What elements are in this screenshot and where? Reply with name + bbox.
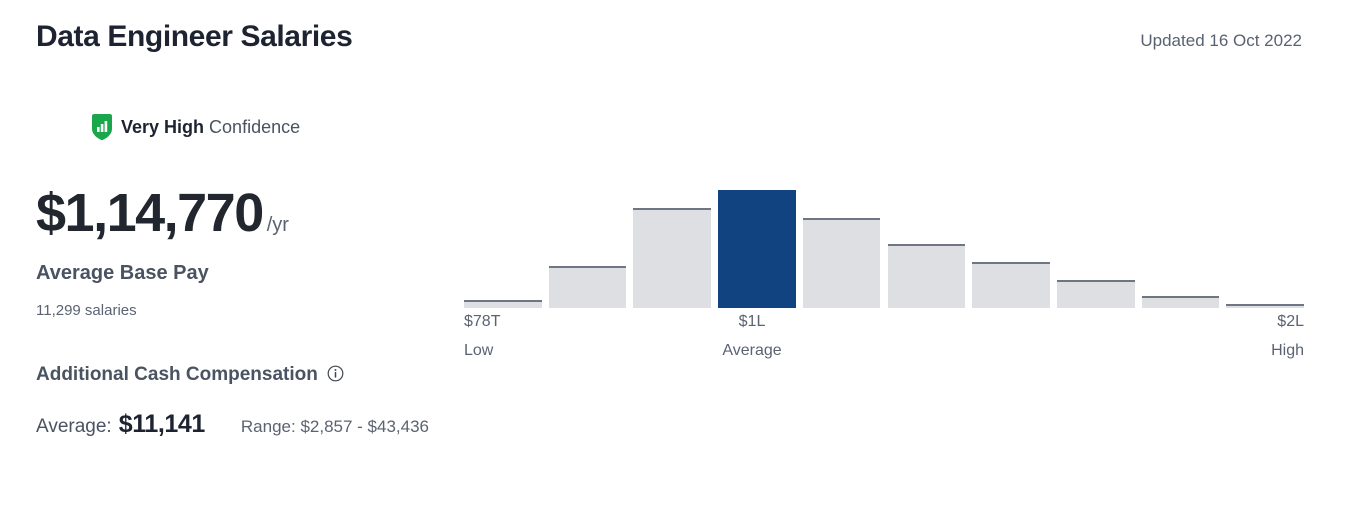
additional-cash-heading: Additional Cash Compensation — [36, 364, 318, 385]
additional-cash-average-value: $11,141 — [118, 410, 206, 438]
chart-bar[interactable] — [718, 190, 796, 308]
chart-bar[interactable] — [548, 266, 627, 308]
confidence-level: Very High — [121, 116, 205, 137]
chart-bars — [464, 186, 1304, 308]
chart-bar[interactable] — [802, 218, 881, 308]
chart-bar[interactable] — [1226, 304, 1304, 308]
confidence-label: Confidence — [209, 116, 301, 137]
additional-cash-average-label: Average: — [36, 416, 112, 437]
updated-timestamp: Updated 16 Oct 2022 — [1140, 31, 1302, 50]
axis-tick-high: $2L High — [1271, 314, 1304, 359]
shield-bar-chart-icon — [92, 114, 112, 141]
chart-bar[interactable] — [1141, 296, 1220, 308]
page-title: Data Engineer Salaries — [36, 20, 353, 53]
axis-tick-high-value: $2L — [1277, 313, 1304, 330]
salary-summary-panel: Very High Confidence $1,14,770 /yr Avera… — [36, 110, 456, 439]
info-circle-icon[interactable] — [327, 365, 344, 382]
page-header: Data Engineer Salaries Updated 16 Oct 20… — [0, 0, 1358, 78]
additional-cash-values-row: Average: $11,141 Range: $2,857 - $43,436 — [36, 410, 456, 439]
axis-tick-average-name: Average — [722, 342, 782, 359]
axis-tick-low-name: Low — [464, 342, 494, 359]
axis-tick-low-value: $78T — [464, 313, 501, 330]
base-pay-unit: /yr — [266, 214, 289, 236]
axis-tick-average: $1L Average — [692, 314, 812, 359]
chart-bar[interactable] — [464, 300, 542, 308]
confidence-text: Very High Confidence — [121, 117, 300, 138]
base-pay-label: Average Base Pay — [36, 262, 209, 284]
chart-bar[interactable] — [1056, 280, 1135, 308]
additional-cash-heading-row: Additional Cash Compensation — [36, 364, 456, 386]
chart-bar[interactable] — [633, 208, 712, 308]
additional-cash-range: Range: $2,857 - $43,436 — [240, 417, 430, 436]
salaries-count: 11,299 salaries — [36, 302, 137, 319]
salary-distribution-chart: $78T Low $1L Average $2L High — [464, 186, 1304, 368]
base-pay-amount-row: $1,14,770 /yr — [36, 186, 456, 240]
chart-axis: $78T Low $1L Average $2L High — [464, 314, 1304, 368]
confidence-badge: Very High Confidence — [90, 110, 456, 144]
base-pay-amount: $1,14,770 — [36, 183, 264, 243]
axis-tick-low: $78T Low — [464, 314, 500, 359]
axis-tick-average-value: $1L — [738, 313, 766, 330]
chart-bar[interactable] — [887, 244, 966, 308]
chart-bar[interactable] — [972, 262, 1050, 308]
axis-tick-high-name: High — [1271, 342, 1304, 359]
